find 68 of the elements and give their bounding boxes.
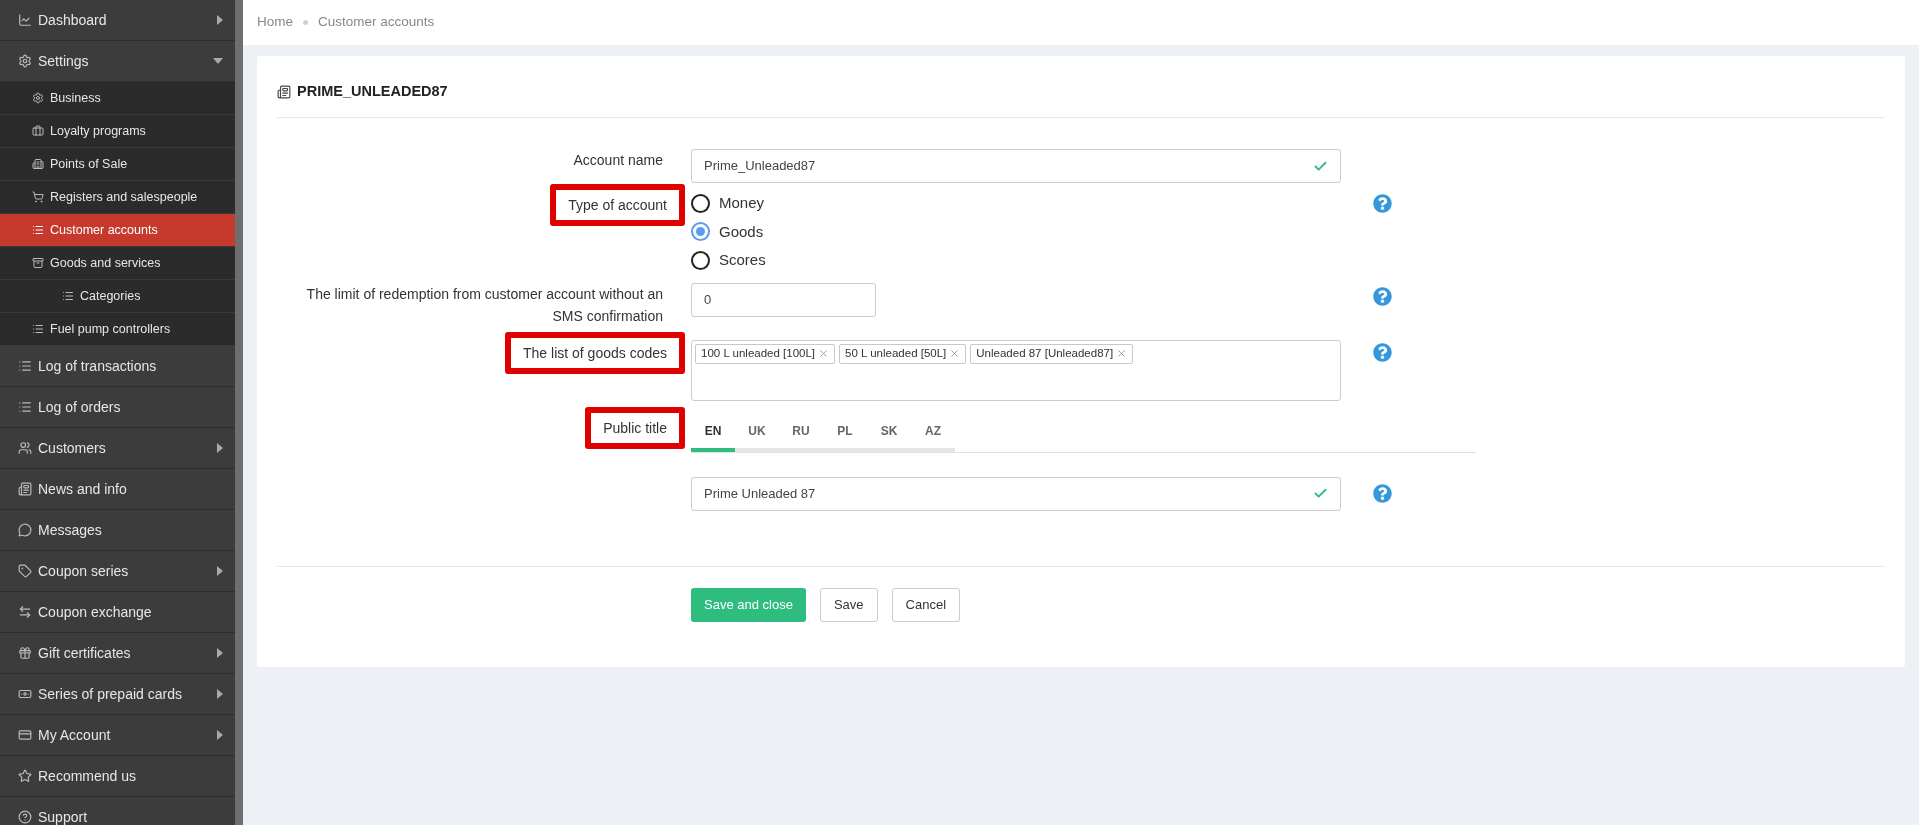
radio-label: Money: [719, 193, 765, 213]
list-icon: [32, 323, 44, 335]
goods-tag[interactable]: Unleaded 87 [Unleaded87]: [970, 343, 1134, 364]
radio-label: Scores: [719, 250, 766, 270]
help-icon[interactable]: [1373, 194, 1392, 213]
star-icon: [18, 769, 32, 783]
gear-icon: [32, 92, 44, 104]
sidebar-item[interactable]: Goods and services: [0, 247, 235, 280]
credit-card-icon: [18, 728, 32, 742]
help-icon[interactable]: [1373, 342, 1392, 362]
goods-tag[interactable]: 100 L unleaded [100L]: [695, 343, 836, 364]
briefcase-icon: [32, 125, 44, 137]
field-label: Account name: [573, 151, 663, 170]
remove-icon[interactable]: [818, 348, 830, 359]
remove-icon[interactable]: [1116, 348, 1128, 359]
radio-button[interactable]: [691, 222, 710, 242]
sidebar-item[interactable]: Customer accounts: [0, 214, 235, 247]
list-icon: [32, 224, 44, 236]
users-icon: [18, 441, 32, 455]
newspaper-icon: [18, 482, 32, 496]
radio-label: Goods: [719, 221, 764, 242]
language-tab[interactable]: SK: [867, 414, 911, 452]
field-label: Type of account: [568, 196, 667, 215]
sidebar-item[interactable]: Categories: [0, 280, 235, 313]
sidebar-item[interactable]: Business: [0, 82, 235, 115]
radio-button[interactable]: [691, 250, 710, 270]
radio-button[interactable]: [691, 193, 710, 213]
sidebar-item[interactable]: Points of Sale: [0, 148, 235, 181]
card-title: PRIME_UNLEADED87: [297, 81, 448, 101]
tag-icon: [18, 564, 32, 578]
goods-codes-field[interactable]: 100 L unleaded [100L] 50 L unleaded [50L] Unleaded 87 [Unleaded87]: [691, 339, 1341, 401]
sidebar-item[interactable]: Loyalty programs: [0, 115, 235, 148]
language-tab[interactable]: EN: [691, 414, 735, 452]
field-label: Public title: [603, 418, 667, 438]
limit-field[interactable]: 0: [691, 282, 876, 317]
sidebar-item[interactable]: Registers and salespeople: [0, 181, 235, 214]
building-icon: [32, 158, 44, 170]
breadcrumb-link[interactable]: Customer accounts: [318, 12, 435, 33]
public-title-field[interactable]: Prime Unleaded 87: [691, 476, 1341, 511]
cart-icon: [32, 191, 44, 203]
goods-tag[interactable]: 50 L unleaded [50L]: [839, 343, 967, 364]
form-button[interactable]: Save: [819, 587, 878, 622]
language-tab[interactable]: UK: [735, 414, 779, 452]
help-icon[interactable]: [1373, 286, 1392, 306]
newspaper-icon: [277, 84, 291, 99]
banknote-icon: [18, 687, 32, 701]
gear-icon: [18, 54, 32, 68]
scrollbar[interactable]: [235, 0, 243, 825]
account-name-field[interactable]: Prime_Unleaded87: [691, 149, 1341, 183]
field-label: The limit of redemption from customer account without an SMS confirmation: [305, 284, 663, 326]
help-icon[interactable]: [1373, 483, 1392, 503]
arrows-icon: [18, 605, 32, 619]
language-tab[interactable]: PL: [823, 414, 867, 452]
language-tab[interactable]: AZ: [911, 414, 955, 452]
list-icon: [62, 290, 74, 302]
list-icon: [18, 359, 32, 373]
help-icon: [18, 810, 32, 824]
gift-icon: [18, 646, 32, 660]
language-tab[interactable]: RU: [779, 414, 823, 452]
form-button[interactable]: Cancel: [891, 587, 960, 622]
field-label: The list of goods codes: [523, 343, 667, 363]
breadcrumb-link[interactable]: Home: [257, 12, 293, 33]
list-icon: [18, 400, 32, 414]
sidebar-item[interactable]: Fuel pump controllers: [0, 313, 235, 346]
chart-icon: [18, 13, 32, 27]
chat-bubble-icon: [18, 523, 32, 537]
remove-icon[interactable]: [949, 348, 961, 359]
archive-icon: [32, 257, 44, 269]
